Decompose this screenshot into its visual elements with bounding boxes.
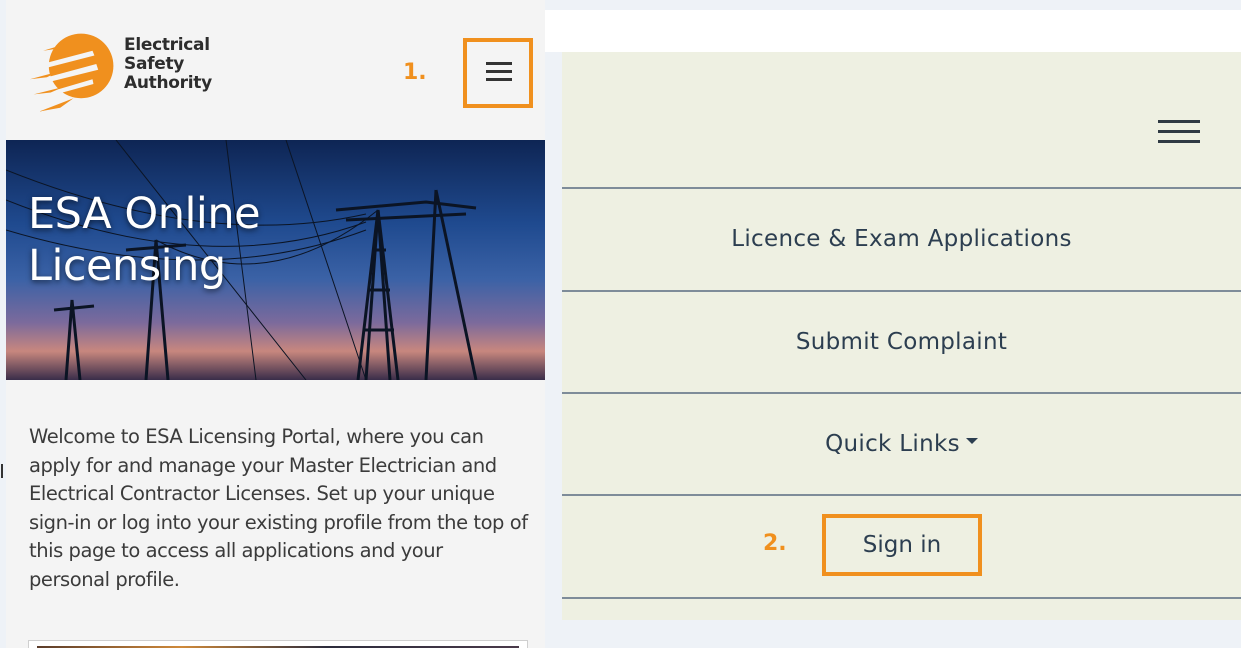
hamburger-menu-button[interactable]: [463, 38, 533, 108]
hero-title-line1: ESA Online: [28, 189, 261, 239]
hamburger-icon-bar: [486, 62, 512, 65]
welcome-paragraph: Welcome to ESA Licensing Portal, where y…: [29, 425, 528, 591]
menu-item-label: Licence & Exam Applications: [731, 226, 1072, 252]
hamburger-icon-bar: [1158, 140, 1200, 143]
brand-name-line3: Authority: [124, 73, 212, 93]
hamburger-icon-bar: [1158, 120, 1200, 123]
menu-item-submit-complaint[interactable]: Submit Complaint: [562, 292, 1241, 392]
content-image-preview: [28, 640, 528, 648]
brand-name-line1: Electrical: [124, 35, 210, 55]
step-2-annotation: 2.: [763, 531, 787, 556]
hamburger-menu-toggle[interactable]: [1158, 118, 1202, 148]
menu-item-quick-links[interactable]: Quick Links: [562, 394, 1241, 494]
brand-name: Electrical Safety Authority: [124, 36, 212, 93]
menu-divider: [562, 494, 1241, 496]
menu-item-licence-exam-applications[interactable]: Licence & Exam Applications: [562, 189, 1241, 289]
sign-in-label: Sign in: [862, 532, 942, 558]
hamburger-icon-bar: [1158, 130, 1200, 133]
brand-name-line2: Safety: [124, 54, 185, 74]
menu-top-spacer: [545, 10, 1241, 52]
step-1-annotation: 1.: [403, 60, 427, 85]
edge-marker: [1, 464, 3, 478]
hero-banner: ESA Online Licensing: [6, 140, 545, 380]
menu-item-label: Submit Complaint: [795, 329, 1008, 355]
menu-divider: [562, 597, 1241, 599]
hamburger-icon-bar: [486, 78, 512, 81]
site-header: Electrical Safety Authority 1.: [6, 0, 545, 140]
caret-down-icon: [965, 438, 978, 444]
mobile-home-screen: Electrical Safety Authority 1. ESA Onlin…: [6, 0, 545, 648]
hero-title: ESA Online Licensing: [28, 188, 261, 292]
hero-title-line2: Licensing: [28, 241, 226, 291]
hamburger-icon-bar: [486, 70, 512, 73]
sign-in-link[interactable]: Sign in: [822, 514, 982, 576]
esa-flame-logo-icon[interactable]: [26, 26, 121, 121]
menu-item-label: Quick Links: [825, 431, 960, 457]
